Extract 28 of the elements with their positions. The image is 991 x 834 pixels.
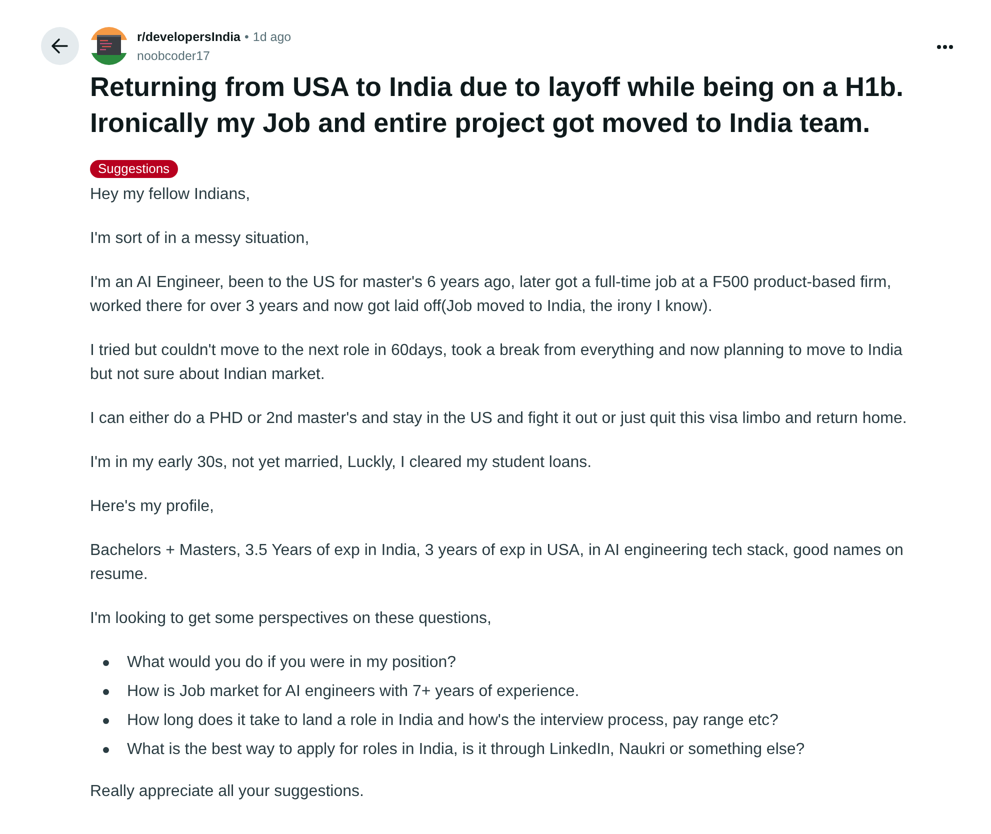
list-item-text: What would you do if you were in my position? — [127, 653, 456, 673]
body-paragraph: I'm in my early 30s, not yet married, Luckly, I cleared my student loans. — [90, 453, 593, 473]
body-paragraph: I tried but couldn't move to the next role in 60days, took a break from everything and now planning to move to India but not sure about Indian market. — [90, 341, 904, 385]
list-item-text: What is the best way to apply for roles in India, is it through LinkedIn, Naukri or something else? — [127, 740, 805, 760]
body-paragraph: Here's my profile, — [90, 497, 215, 517]
subreddit-link[interactable]: r/developersIndia — [137, 29, 241, 46]
body-paragraph: Hey my fellow Indians, — [90, 185, 252, 205]
post-time: 1d ago — [252, 29, 292, 46]
body-paragraph: I can either do a PHD or 2nd master's and stay in the US and fight it out or just quit this visa limbo and return home. — [90, 409, 908, 429]
separator-dot: • — [244, 29, 249, 46]
body-paragraph: I'm an AI Engineer, been to the US for master's 6 years ago, later got a full-time job at a F500 product-based firm, worked there for over 3 years and now got laid off(Job moved to India, the irony I know). — [90, 273, 892, 317]
community-icon — [90, 27, 128, 65]
bullet-icon — [103, 689, 109, 695]
bullet-icon — [103, 747, 109, 753]
bullet-icon — [103, 660, 109, 666]
ellipsis-icon — [937, 45, 953, 49]
body-paragraph: Bachelors + Masters, 3.5 Years of exp in India, 3 years of exp in USA, in AI engineering tech stack, good names on resume. — [90, 541, 904, 585]
author-link[interactable]: noobcoder17 — [137, 48, 210, 65]
list-item-text: How is Job market for AI engineers with 7+ years of experience. — [127, 682, 580, 702]
body-paragraph: Really appreciate all your suggestions. — [90, 782, 365, 802]
back-arrow-icon — [51, 37, 69, 55]
post-title: Returning from USA to India due to layoff while being on a H1b. Ironically my Job and entire project got moved to India team. — [90, 71, 905, 140]
bullet-icon — [103, 718, 109, 724]
back-button[interactable] — [41, 27, 79, 65]
body-paragraph: I'm looking to get some perspectives on these questions, — [90, 609, 492, 629]
flair-tag[interactable]: Suggestions — [90, 160, 178, 178]
list-item-text: How long does it take to land a role in India and how's the interview process, pay range etc? — [127, 711, 778, 731]
body-paragraph: I'm sort of in a messy situation, — [90, 229, 310, 249]
